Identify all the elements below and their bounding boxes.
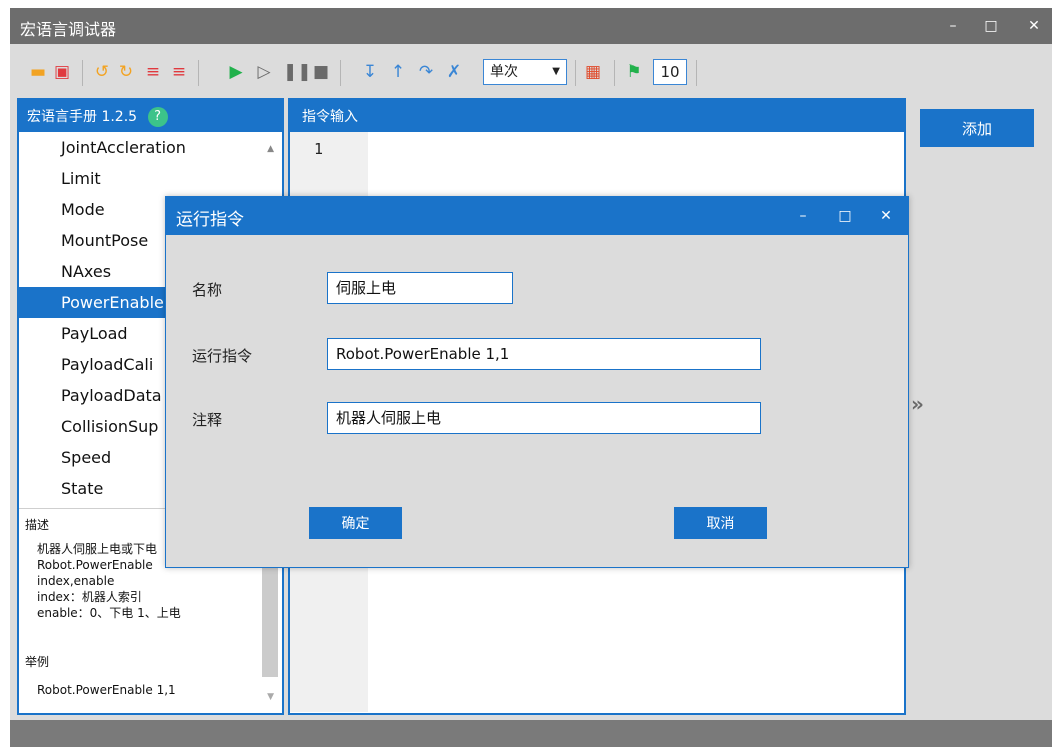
name-label: 名称 [192,281,223,299]
toolbar-divider [614,60,615,86]
step-over-icon[interactable]: ↷ [416,62,436,82]
example-label: 举例 [25,655,50,669]
description-line: enable：0、下电 1、上电 [37,606,181,620]
stop-icon[interactable]: ■ [311,62,331,82]
pause-icon[interactable]: ❚❚ [283,62,312,82]
command-list-item[interactable]: Limit [19,163,282,194]
close-icon[interactable]: ✕ [1024,16,1044,36]
line-number: 1 [314,140,324,158]
maximize-icon[interactable]: □ [981,16,1001,36]
step-run-icon[interactable]: ▷ [254,62,274,82]
toolbar-divider [340,60,341,86]
speed-input[interactable]: 10 [653,59,687,85]
command-field[interactable]: Robot.PowerEnable 1,1 [327,338,761,370]
status-bar [10,720,1052,747]
outdent-icon[interactable]: ≡ [169,62,189,82]
clear-breakpoints-icon[interactable]: ✗ [444,62,464,82]
toolbar-divider [575,60,576,86]
description-line: index：机器人索引 [37,590,142,604]
dialog-close-icon[interactable]: ✕ [877,206,895,226]
name-field[interactable]: 伺服上电 [327,272,513,304]
help-icon[interactable]: ? [147,107,168,127]
run-mode-value: 单次 [490,64,518,80]
undo-icon[interactable]: ↺ [92,62,112,82]
dialog-title: 运行指令 [176,210,244,230]
toolbar-divider [198,60,199,86]
folder-open-icon[interactable]: ▬ [28,62,48,82]
comment-label: 注释 [192,411,223,429]
ok-button[interactable]: 确定 [309,507,402,539]
example-value: Robot.PowerEnable 1,1 [37,683,176,697]
run-icon[interactable]: ▶ [226,62,246,82]
add-button[interactable]: 添加 [920,109,1034,147]
save-icon[interactable]: ▣ [52,62,72,82]
manual-header: 宏语言手册 1.2.5 ? [19,100,282,132]
dialog-title-bar: 运行指令 – □ ✕ [166,197,908,235]
toolbar: ▬ ▣ ↺ ↻ ≡ ≡ ▶ ▷ ❚❚ ■ ↧ ↑ ↷ ✗ 单次 ▼ ▦ ⚑ 10 [10,56,1052,90]
step-into-icon[interactable]: ↧ [360,62,380,82]
speed-icon: ⚑ [626,62,642,82]
cancel-button[interactable]: 取消 [674,507,767,539]
comment-icon[interactable]: ▦ [583,62,603,82]
step-out-icon[interactable]: ↑ [388,62,408,82]
description-line: index,enable [37,574,115,588]
minimize-icon[interactable]: – [943,16,963,36]
comment-field[interactable]: 机器人伺服上电 [327,402,761,434]
command-label: 运行指令 [192,347,253,365]
manual-title: 宏语言手册 1.2.5 [27,109,138,125]
dialog-maximize-icon[interactable]: □ [836,206,854,226]
toolbar-divider [82,60,83,86]
indent-icon[interactable]: ≡ [143,62,163,82]
command-list-item[interactable]: JointAccleration [19,132,282,163]
scroll-down-icon[interactable]: ▼ [267,689,274,705]
window-title: 宏语言调试器 [20,20,117,39]
toolbar-divider [696,60,697,86]
input-header: 指令输入 [290,100,904,132]
scroll-up-icon[interactable]: ▲ [267,144,274,154]
dialog-minimize-icon[interactable]: – [794,206,812,226]
expand-icon[interactable]: » [911,392,924,416]
redo-icon[interactable]: ↻ [116,62,136,82]
run-command-dialog: 运行指令 – □ ✕ 名称 伺服上电 运行指令 Robot.PowerEnabl… [165,196,909,568]
chevron-down-icon: ▼ [552,66,560,77]
run-mode-select[interactable]: 单次 ▼ [483,59,567,85]
title-bar: 宏语言调试器 – □ ✕ [10,8,1052,44]
